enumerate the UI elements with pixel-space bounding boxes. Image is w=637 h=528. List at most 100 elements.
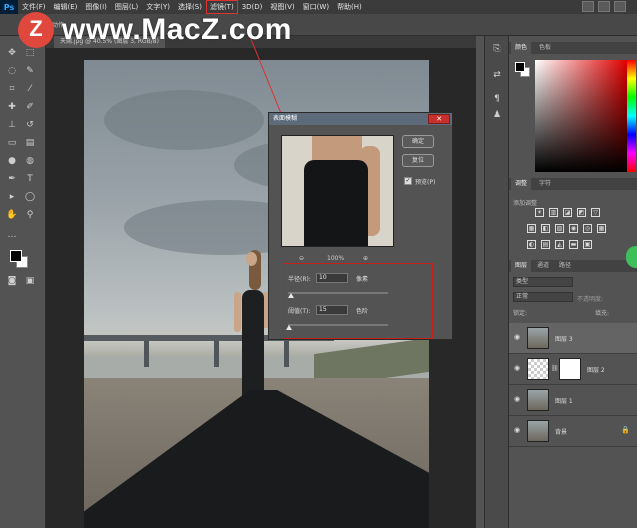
path-select-icon[interactable]: ▸ — [6, 192, 18, 203]
layer-row[interactable]: ◉ 图层 1 — [509, 385, 637, 416]
lasso-tool-icon[interactable]: ◌ — [6, 66, 18, 77]
blur-tool-icon[interactable]: ● — [6, 156, 18, 167]
eraser-tool-icon[interactable]: ▭ — [6, 138, 18, 149]
chain-link-icon: ⛓ — [551, 365, 559, 372]
zoom-level: 100% — [327, 255, 345, 262]
zoom-out-icon[interactable]: ⊖ — [299, 255, 304, 262]
color-balance-icon[interactable]: ◧ — [541, 224, 550, 233]
tab-character[interactable]: 字符 — [535, 178, 555, 190]
healing-brush-icon[interactable]: ✚ — [6, 102, 18, 113]
stamp-tool-icon[interactable]: ⊥ — [6, 120, 18, 131]
screen-mode-icon[interactable]: ▣ — [24, 276, 36, 287]
shape-tool-icon[interactable]: ◯ — [24, 192, 36, 203]
opacity-label: 不透明度: — [577, 296, 604, 303]
photo-filter-icon[interactable]: ◉ — [569, 224, 578, 233]
adjust-panel-icon[interactable]: ⇄ — [491, 70, 503, 81]
dialog-close-button[interactable]: ✕ — [428, 114, 450, 124]
eye-icon[interactable]: ◉ — [514, 364, 522, 372]
bw-icon[interactable]: ▨ — [555, 224, 564, 233]
threshold-unit: 色阶 — [356, 308, 369, 315]
more-tools-icon[interactable]: … — [6, 230, 18, 241]
foreground-color-swatch[interactable] — [10, 250, 22, 262]
minimize-button[interactable] — [582, 1, 594, 12]
exposure-icon[interactable]: ◩ — [577, 208, 586, 217]
layer-name: 图层 1 — [555, 398, 573, 405]
menu-help[interactable]: 帮助(H) — [333, 0, 366, 14]
blend-mode-select[interactable]: 正常 — [513, 292, 573, 302]
selective-color-icon[interactable]: ▣ — [583, 240, 592, 249]
radius-input[interactable]: 10 — [316, 273, 348, 283]
color-lookup-icon[interactable]: ▦ — [597, 224, 606, 233]
layer-row[interactable]: ◉ ⛓ 图层 2 — [509, 354, 637, 385]
history-brush-icon[interactable]: ↺ — [24, 120, 36, 131]
eye-icon[interactable]: ◉ — [514, 333, 522, 341]
layer-row[interactable]: ◉ 背景 🔒 — [509, 416, 637, 447]
threshold-adj-icon[interactable]: ◭ — [555, 240, 564, 249]
quick-select-icon[interactable]: ✎ — [24, 66, 36, 77]
hand-tool-icon[interactable]: ✋ — [6, 210, 18, 221]
parameters-group: 半径(R): 10 像素 阈值(T): 15 色阶 — [283, 263, 433, 339]
invert-icon[interactable]: ◐ — [527, 240, 536, 249]
threshold-slider[interactable] — [288, 324, 388, 326]
gradient-map-icon[interactable]: ▬ — [569, 240, 578, 249]
preview-checkbox[interactable]: ✓ — [404, 177, 412, 185]
radius-slider-thumb[interactable] — [288, 293, 294, 298]
tab-swatches[interactable]: 色板 — [535, 42, 555, 54]
reset-button[interactable]: 复位 — [402, 154, 434, 167]
hue-sat-icon[interactable]: ▦ — [527, 224, 536, 233]
tab-channels[interactable]: 通道 — [533, 260, 553, 272]
layer-thumbnail — [527, 358, 549, 380]
panel-foreground-swatch[interactable] — [515, 62, 525, 72]
filter-preview[interactable] — [281, 135, 394, 247]
threshold-input[interactable]: 15 — [316, 305, 348, 315]
vibrance-icon[interactable]: ▽ — [591, 208, 600, 217]
gradient-tool-icon[interactable]: ▤ — [24, 138, 36, 149]
curves-icon[interactable]: ◪ — [563, 208, 572, 217]
ok-button[interactable]: 确定 — [402, 135, 434, 148]
posterize-icon[interactable]: ▤ — [541, 240, 550, 249]
tab-color[interactable]: 颜色 — [511, 42, 532, 54]
brightness-icon[interactable]: ☀ — [535, 208, 544, 217]
layer-filter-select[interactable]: 类型 — [513, 277, 573, 287]
eyedropper-icon[interactable]: ⁄ — [24, 84, 36, 95]
clone-panel-icon[interactable]: ♟ — [491, 110, 503, 121]
brush-tool-icon[interactable]: ✐ — [24, 102, 36, 113]
zoom-tool-icon[interactable]: ⚲ — [24, 210, 36, 221]
quick-mask-icon[interactable]: ◙ — [6, 276, 18, 287]
floating-helper-badge[interactable] — [626, 246, 637, 268]
layer-name: 图层 2 — [587, 367, 605, 374]
layers-tab-row: 图层 通道 路径 — [509, 260, 637, 272]
layer-mask-thumbnail[interactable] — [559, 358, 581, 380]
layer-row[interactable]: ◉ 图层 3 — [509, 323, 637, 354]
tab-adjustments[interactable]: 调整 — [511, 178, 532, 190]
window-close-button[interactable] — [614, 1, 626, 12]
eye-icon[interactable]: ◉ — [514, 395, 522, 403]
crop-tool-icon[interactable]: ⌗ — [6, 84, 18, 95]
right-panel-dock: 颜色 色板 调整 字符 添加调整 ☀ ▥ ◪ ◩ ▽ ▦ ◧ ▨ ◉ ◎ ▦ ◐… — [508, 36, 637, 528]
eye-icon[interactable]: ◉ — [514, 426, 522, 434]
color-picker-field[interactable] — [535, 60, 627, 172]
brush-panel-icon[interactable]: ¶ — [491, 94, 503, 105]
pen-tool-icon[interactable]: ✒ — [6, 174, 18, 185]
tab-paths[interactable]: 路径 — [555, 260, 575, 272]
radius-slider[interactable] — [288, 292, 388, 294]
hue-slider[interactable] — [627, 60, 636, 172]
zoom-in-icon[interactable]: ⊕ — [363, 255, 368, 262]
watermark-text: www.MacZ.com — [62, 13, 292, 46]
levels-icon[interactable]: ▥ — [549, 208, 558, 217]
move-tool-icon[interactable]: ✥ — [6, 48, 18, 59]
tab-layers[interactable]: 图层 — [511, 260, 532, 272]
maximize-button[interactable] — [598, 1, 610, 12]
dialog-title: 表面模糊 — [269, 113, 452, 125]
layer-thumbnail — [527, 420, 549, 442]
add-adjustment-title: 添加调整 — [513, 200, 538, 207]
layer-thumbnail — [527, 327, 549, 349]
menu-window[interactable]: 窗口(W) — [299, 0, 333, 14]
type-tool-icon[interactable]: T — [24, 174, 36, 185]
radius-label: 半径(R): — [288, 276, 311, 283]
adjust-tab-row: 调整 字符 — [509, 178, 637, 190]
dodge-tool-icon[interactable]: ◍ — [24, 156, 36, 167]
channel-mixer-icon[interactable]: ◎ — [583, 224, 592, 233]
threshold-slider-thumb[interactable] — [286, 325, 292, 330]
history-panel-icon[interactable]: ⎘ — [491, 44, 503, 55]
